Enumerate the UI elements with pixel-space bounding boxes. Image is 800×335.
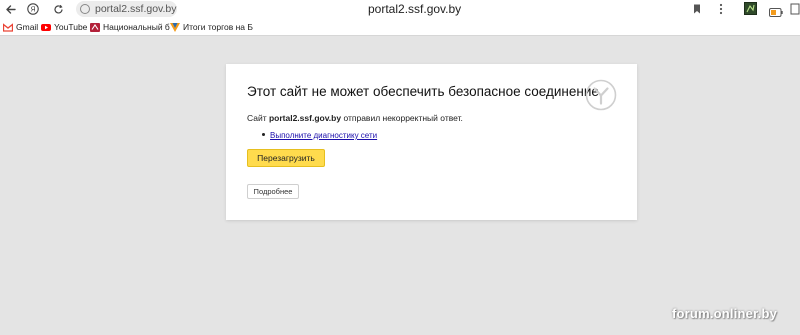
error-card: Этот сайт не может обеспечить безопасное… [226,64,637,220]
arrow-left-icon [5,4,16,14]
bookmark-gmail[interactable]: Gmail [3,22,38,32]
youtube-icon [41,23,51,31]
bookmark-label: Gmail [16,22,39,32]
watermark: forum.onliner.by [672,306,778,321]
bookmark-trading-results[interactable]: Итоги торгов на Б [170,22,253,32]
bank-icon [90,22,100,32]
error-message-suffix: отправил некорректный ответ. [341,113,463,123]
bookmarks-bar: Gmail YouTube Национальный б Итоги торго… [0,19,800,36]
bookmark-label: Национальный б [103,22,170,32]
address-chip[interactable]: portal2.ssf.gov.by [76,1,177,17]
more-vertical-icon [719,3,723,15]
yandex-home-button[interactable]: Я [26,2,40,16]
network-diagnostics-link[interactable]: Выполните диагностику сети [270,131,377,140]
gmail-icon [3,22,13,32]
page-domain-title[interactable]: portal2.ssf.gov.by [368,2,461,16]
reload-button[interactable]: Перезагрузить [247,149,325,167]
browser-toolbar: Я portal2.ssf.gov.by portal2.ssf.gov.by [0,0,800,19]
window-close-button[interactable] [790,2,800,20]
error-message: Сайт portal2.ssf.gov.by отправил некорре… [247,113,463,123]
bookmark-icon [694,4,700,14]
bookmark-label: YouTube [54,22,88,32]
details-button[interactable]: Подробнее [247,184,299,199]
bookmark-label: Итоги торгов на Б [183,22,253,32]
bookmark-button[interactable] [690,2,704,16]
battery-icon [769,8,783,17]
site-info-icon[interactable] [80,4,90,14]
window-control-icon [790,3,800,15]
bullet-icon [262,133,265,137]
address-chip-url: portal2.ssf.gov.by [95,3,177,15]
refresh-button[interactable] [51,2,65,16]
yandex-icon: Я [27,3,39,15]
yandex-browser-logo-icon [585,79,617,111]
error-title: Этот сайт не может обеспечить безопасное… [247,84,603,99]
error-message-domain: portal2.ssf.gov.by [268,113,342,123]
bookmark-youtube[interactable]: YouTube [41,22,87,32]
more-menu-button[interactable] [714,2,728,16]
svg-text:Я: Я [30,7,35,14]
chart-icon [170,22,180,32]
extension-icon [744,2,757,15]
back-button[interactable] [3,2,17,16]
bookmark-national-bank[interactable]: Национальный б [90,22,170,32]
error-message-prefix: Сайт [247,113,269,123]
extension-button[interactable] [744,2,757,20]
suggestion-list: Выполните диагностику сети [262,131,377,140]
refresh-icon [53,4,63,14]
